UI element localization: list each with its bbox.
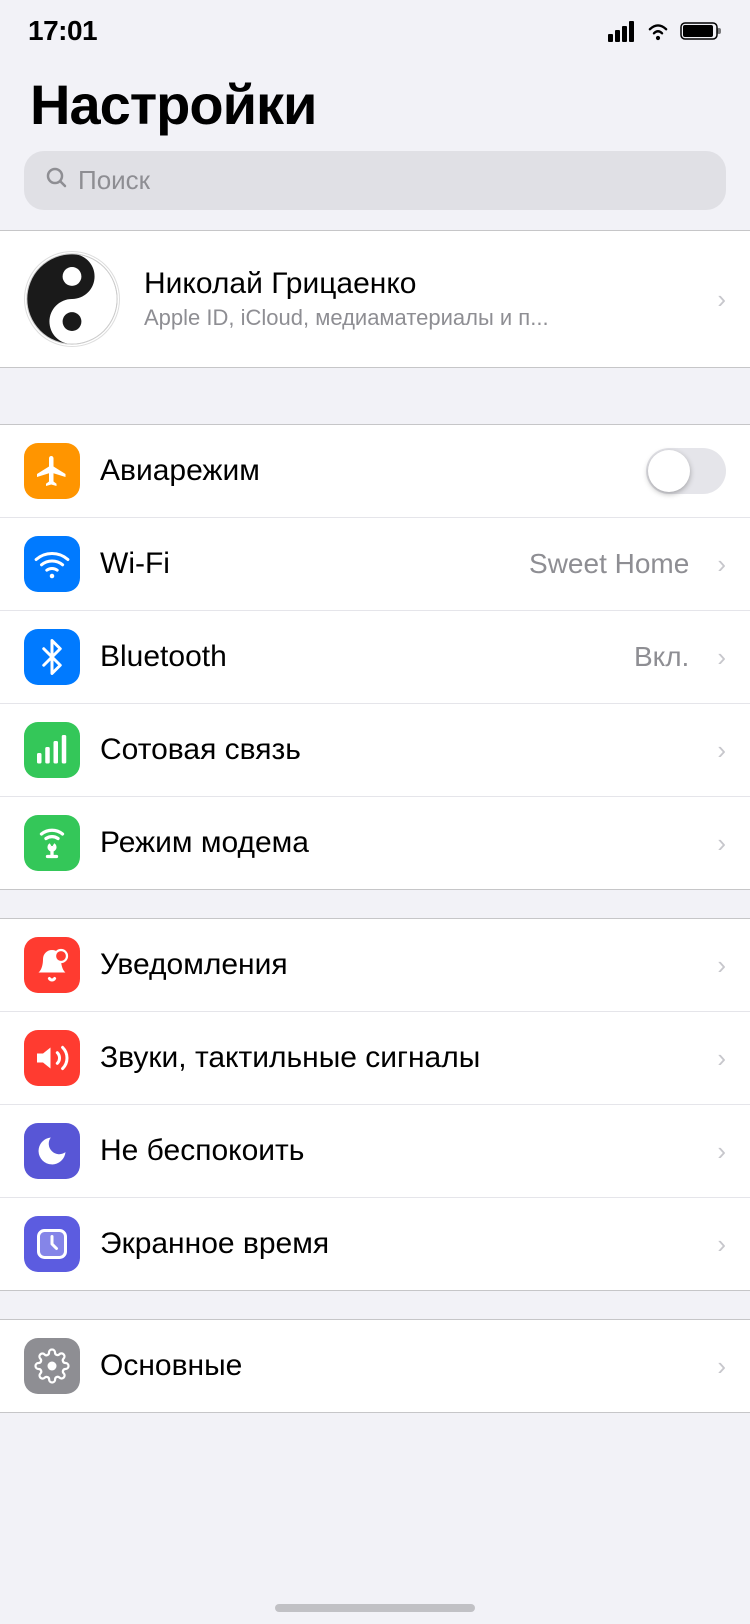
hotspot-icon-wrap [24, 815, 80, 871]
notifications-section: Уведомления › Звуки, тактильные сигналы … [0, 918, 750, 1291]
bluetooth-chevron: › [717, 642, 726, 673]
airplane-icon [34, 453, 70, 489]
wifi-icon-wrap [24, 536, 80, 592]
avatar [24, 251, 120, 347]
notifications-row[interactable]: Уведомления › [0, 919, 750, 1011]
general-row[interactable]: Основные › [0, 1320, 750, 1412]
page-title-area: Настройки [0, 54, 750, 151]
screentime-label: Экранное время [100, 1227, 697, 1261]
status-icons [608, 20, 722, 42]
connectivity-section: Авиарежим Wi-Fi Sweet Home › Bluetooth В… [0, 424, 750, 890]
status-time: 17:01 [28, 15, 97, 47]
profile-subtitle: Apple ID, iCloud, медиаматериалы и п... [144, 305, 693, 331]
wifi-value: Sweet Home [529, 548, 689, 580]
moon-icon [34, 1133, 70, 1169]
signal-icon [608, 20, 636, 42]
airplane-toggle[interactable] [646, 448, 726, 494]
sounds-label: Звуки, тактильные сигналы [100, 1041, 697, 1075]
wifi-chevron: › [717, 549, 726, 580]
bluetooth-value: Вкл. [634, 641, 689, 673]
cellular-icon [34, 732, 70, 768]
airplane-row[interactable]: Авиарежим [0, 425, 750, 517]
wifi-row[interactable]: Wi-Fi Sweet Home › [0, 517, 750, 610]
home-indicator [275, 1604, 475, 1612]
sounds-chevron: › [717, 1043, 726, 1074]
cellular-row[interactable]: Сотовая связь › [0, 703, 750, 796]
screentime-chevron: › [717, 1229, 726, 1260]
wifi-status-icon [644, 20, 672, 42]
gear-icon [34, 1348, 70, 1384]
hotspot-row[interactable]: Режим модема › [0, 796, 750, 889]
profile-info: Николай Грицаенко Apple ID, iCloud, меди… [144, 267, 693, 331]
bluetooth-icon [34, 639, 70, 675]
notifications-icon-wrap [24, 937, 80, 993]
airplane-icon-wrap [24, 443, 80, 499]
profile-section: Николай Грицаенко Apple ID, iCloud, меди… [0, 230, 750, 368]
hotspot-chevron: › [717, 828, 726, 859]
general-chevron: › [717, 1351, 726, 1382]
dnd-row[interactable]: Не беспокоить › [0, 1104, 750, 1197]
dnd-chevron: › [717, 1136, 726, 1167]
search-icon [44, 165, 68, 196]
cellular-chevron: › [717, 735, 726, 766]
hotspot-label: Режим модема [100, 826, 697, 860]
general-label: Основные [100, 1349, 697, 1383]
sounds-icon [34, 1040, 70, 1076]
dnd-icon-wrap [24, 1123, 80, 1179]
general-icon-wrap [24, 1338, 80, 1394]
wifi-icon [34, 546, 70, 582]
status-bar: 17:01 [0, 0, 750, 54]
profile-name: Николай Грицаенко [144, 267, 693, 301]
wifi-label: Wi-Fi [100, 547, 509, 581]
sounds-row[interactable]: Звуки, тактильные сигналы › [0, 1011, 750, 1104]
profile-row[interactable]: Николай Грицаенко Apple ID, iCloud, меди… [0, 231, 750, 367]
search-bar[interactable]: Поиск [24, 151, 726, 210]
screentime-icon-wrap [24, 1216, 80, 1272]
page-title: Настройки [30, 72, 720, 137]
bluetooth-row[interactable]: Bluetooth Вкл. › [0, 610, 750, 703]
profile-chevron: › [717, 284, 726, 315]
notifications-icon [34, 947, 70, 983]
battery-icon [680, 20, 722, 42]
search-placeholder: Поиск [78, 165, 150, 196]
dnd-label: Не беспокоить [100, 1134, 697, 1168]
airplane-label: Авиарежим [100, 454, 626, 488]
bluetooth-label: Bluetooth [100, 640, 614, 674]
general-section: Основные › [0, 1319, 750, 1413]
sounds-icon-wrap [24, 1030, 80, 1086]
notifications-label: Уведомления [100, 948, 697, 982]
cellular-label: Сотовая связь [100, 733, 697, 767]
bluetooth-icon-wrap [24, 629, 80, 685]
search-container: Поиск [0, 151, 750, 230]
screentime-icon [34, 1226, 70, 1262]
screentime-row[interactable]: Экранное время › [0, 1197, 750, 1290]
cellular-icon-wrap [24, 722, 80, 778]
hotspot-icon [34, 825, 70, 861]
notifications-chevron: › [717, 950, 726, 981]
